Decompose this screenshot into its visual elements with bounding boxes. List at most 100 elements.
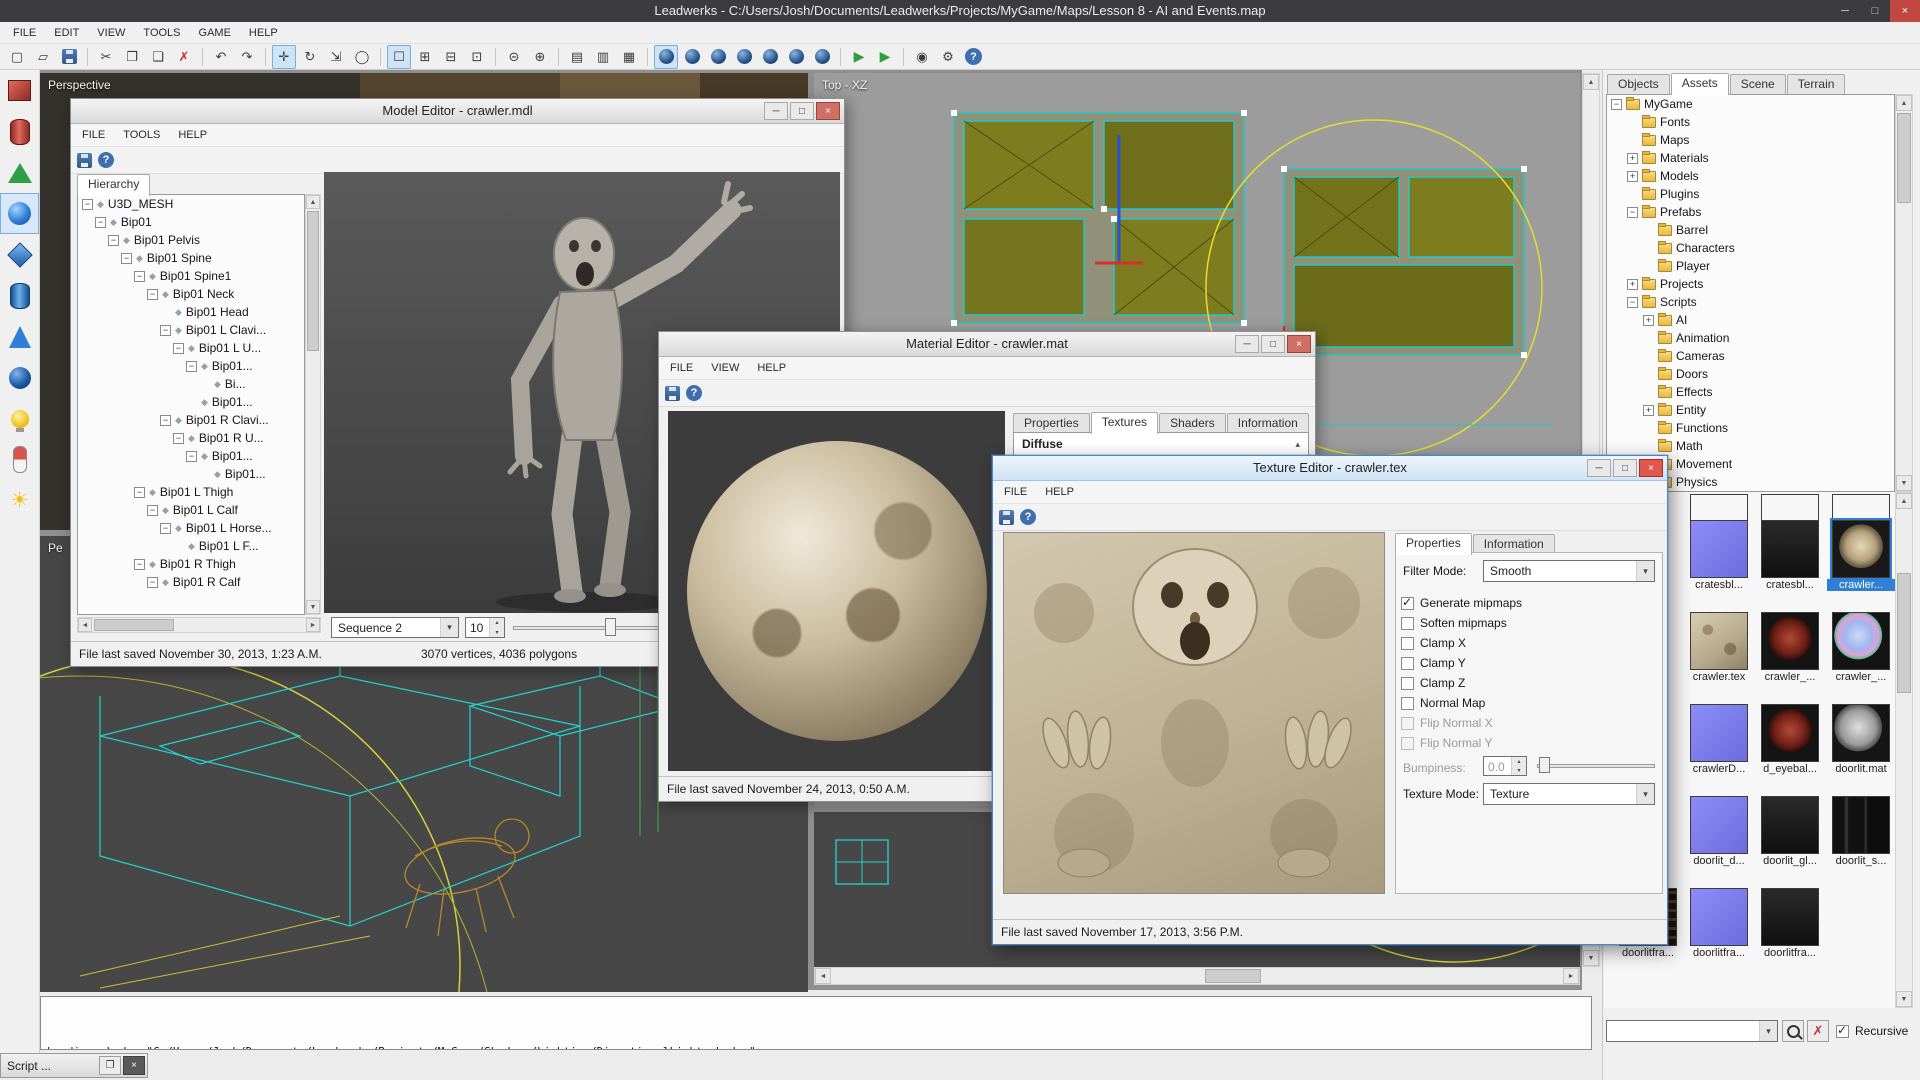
tree-item[interactable]: − ◆ Bip01 L Horse... bbox=[78, 519, 304, 537]
asset-thumbnail[interactable]: cratesbl... bbox=[1685, 520, 1753, 591]
checkbox-row[interactable]: Generate mipmaps bbox=[1401, 595, 1522, 610]
asset-thumbnail[interactable]: doorlit_gl... bbox=[1756, 796, 1824, 867]
editor-tab[interactable]: Properties bbox=[1395, 533, 1472, 555]
expander-icon[interactable] bbox=[173, 541, 184, 552]
minimize-button[interactable]: ─ bbox=[1235, 335, 1259, 353]
tree-item[interactable]: ◆ Bip01... bbox=[78, 465, 304, 483]
wedge-primitive[interactable] bbox=[0, 152, 39, 193]
help-icon[interactable]: ? bbox=[98, 152, 114, 168]
texture-mode-select[interactable]: Texture ▾ bbox=[1483, 783, 1655, 805]
spin-down-icon[interactable]: ▾ bbox=[1512, 766, 1526, 775]
expander-icon[interactable] bbox=[1643, 441, 1654, 452]
select-tool-button[interactable]: ☐ bbox=[387, 44, 411, 69]
asset-thumbnail-image[interactable] bbox=[1832, 796, 1890, 854]
recursive-checkbox-row[interactable]: Recursive bbox=[1836, 1023, 1908, 1038]
scroll-down-button[interactable]: ▼ bbox=[1896, 475, 1912, 491]
debug-game-button[interactable]: ▶ bbox=[873, 45, 897, 69]
asset-thumbnail[interactable]: doorlitfra... bbox=[1685, 888, 1753, 959]
checkbox-row[interactable]: Clamp Z bbox=[1401, 676, 1522, 690]
slider-thumb[interactable] bbox=[1539, 757, 1550, 773]
menu-item[interactable]: FILE bbox=[4, 27, 45, 39]
mdi-horizontal-scrollbar[interactable]: ◄ ► bbox=[814, 967, 1580, 985]
tree-item[interactable]: Math bbox=[1607, 437, 1894, 455]
menu-item[interactable]: HELP bbox=[240, 27, 287, 39]
viewport-camera-button-2[interactable] bbox=[680, 45, 704, 69]
save-icon[interactable] bbox=[77, 152, 92, 168]
panel-tab[interactable]: Terrain bbox=[1786, 74, 1846, 94]
clear-search-button[interactable]: ✗ bbox=[1807, 1020, 1829, 1042]
rotate-tool-button[interactable]: ↻ bbox=[298, 45, 322, 69]
menu-item[interactable]: EDIT bbox=[45, 27, 88, 39]
zoom-in-button[interactable]: ⊕ bbox=[528, 45, 552, 69]
expander-icon[interactable]: − bbox=[95, 216, 106, 228]
asset-thumbnail-image[interactable] bbox=[1690, 888, 1748, 946]
undo-button[interactable]: ↶ bbox=[209, 45, 233, 69]
sequence-select[interactable]: Sequence 2 ▾ bbox=[331, 617, 459, 638]
scale-tool-button[interactable]: ⇲ bbox=[324, 45, 348, 69]
tree-item[interactable]: + Entity bbox=[1607, 401, 1894, 419]
expander-icon[interactable]: − bbox=[147, 288, 158, 300]
editor-tab[interactable]: Textures bbox=[1090, 412, 1159, 434]
material-editor-titlebar[interactable]: Material Editor - crawler.mat ─ □ × bbox=[659, 332, 1315, 357]
asset-thumbnail-image[interactable] bbox=[1761, 612, 1819, 670]
maximize-button[interactable]: □ bbox=[1613, 459, 1637, 477]
tree-item[interactable]: ◆ Bi... bbox=[78, 375, 304, 393]
editor-tab[interactable]: Information bbox=[1226, 413, 1309, 433]
filter-mode-select[interactable]: Smooth ▾ bbox=[1483, 560, 1655, 582]
expander-icon[interactable]: − bbox=[186, 360, 197, 372]
dropdown-arrow-icon[interactable]: ▾ bbox=[1636, 784, 1654, 804]
scroll-left-button[interactable]: ◄ bbox=[78, 618, 92, 632]
panel-tab[interactable]: Objects bbox=[1607, 74, 1670, 94]
expander-icon[interactable]: − bbox=[134, 558, 145, 570]
model-editor-titlebar[interactable]: Model Editor - crawler.mdl ─ □ × bbox=[71, 99, 844, 124]
search-button[interactable] bbox=[1782, 1020, 1804, 1042]
cylinder-primitive[interactable] bbox=[0, 111, 39, 152]
tree-item[interactable]: Animation bbox=[1607, 329, 1894, 347]
texture-editor-titlebar[interactable]: Texture Editor - crawler.tex ─ □ × bbox=[993, 456, 1667, 481]
tree-item[interactable]: − ◆ Bip01 Pelvis bbox=[78, 231, 304, 249]
tree-item[interactable]: − ◆ Bip01 Spine bbox=[78, 249, 304, 267]
asset-thumbnail-image[interactable] bbox=[1761, 796, 1819, 854]
tree-item[interactable]: − MyGame bbox=[1607, 95, 1894, 113]
viewport-camera-button-4[interactable] bbox=[732, 45, 756, 69]
material-preview[interactable] bbox=[668, 411, 1005, 771]
editor-tab[interactable]: Information bbox=[1472, 534, 1555, 554]
scroll-down-button[interactable]: ▼ bbox=[1896, 991, 1912, 1007]
checkbox[interactable] bbox=[1401, 595, 1414, 610]
asset-thumbnail[interactable]: doorlit_d... bbox=[1685, 796, 1753, 867]
expander-icon[interactable] bbox=[1643, 243, 1654, 254]
hierarchy-h-scrollbar[interactable]: ◄ ► bbox=[77, 617, 321, 633]
tree-item[interactable]: + Materials bbox=[1607, 149, 1894, 167]
scrollbar-thumb[interactable] bbox=[1897, 113, 1911, 203]
expander-icon[interactable] bbox=[199, 379, 210, 390]
expander-icon[interactable] bbox=[1643, 333, 1654, 344]
expander-icon[interactable] bbox=[1643, 387, 1654, 398]
help-icon[interactable]: ? bbox=[686, 385, 702, 401]
script-window-minimized[interactable]: Script ... ❐ × bbox=[0, 1053, 148, 1078]
expander-icon[interactable]: − bbox=[160, 324, 171, 336]
checkbox-row[interactable]: Flip Normal Y bbox=[1401, 736, 1522, 750]
tree-item[interactable]: − ◆ Bip01 R Thigh bbox=[78, 555, 304, 573]
viewport-camera-button-1[interactable] bbox=[654, 44, 678, 69]
panel-tab[interactable]: Assets bbox=[1670, 73, 1729, 95]
asset-thumbnail-image[interactable] bbox=[1690, 612, 1748, 670]
tree-item[interactable]: Characters bbox=[1607, 239, 1894, 257]
maximize-button[interactable]: □ bbox=[1261, 335, 1285, 353]
save-icon[interactable] bbox=[999, 509, 1014, 525]
tree-item[interactable]: − ◆ Bip01 R Clavi... bbox=[78, 411, 304, 429]
assets-tree-scrollbar[interactable]: ▲ ▼ bbox=[1895, 94, 1913, 492]
expander-icon[interactable] bbox=[199, 469, 210, 480]
asset-thumbnails-scrollbar[interactable]: ▲ ▼ bbox=[1895, 492, 1913, 1008]
tree-item[interactable]: − ◆ Bip01 L Thigh bbox=[78, 483, 304, 501]
menu-item[interactable]: GAME bbox=[190, 27, 240, 39]
expander-icon[interactable]: + bbox=[1627, 170, 1638, 182]
capsule-primitive[interactable] bbox=[0, 439, 39, 480]
expander-icon[interactable] bbox=[1643, 369, 1654, 380]
close-button[interactable]: × bbox=[1890, 0, 1920, 22]
screenshot-button[interactable]: ◉ bbox=[910, 45, 934, 69]
tree-item[interactable]: − ◆ Bip01... bbox=[78, 447, 304, 465]
expander-icon[interactable] bbox=[186, 397, 197, 408]
tree-item[interactable]: − ◆ Bip01 bbox=[78, 213, 304, 231]
point-light-primitive[interactable] bbox=[0, 398, 39, 439]
asset-thumbnail[interactable]: crawler_... bbox=[1827, 612, 1895, 683]
